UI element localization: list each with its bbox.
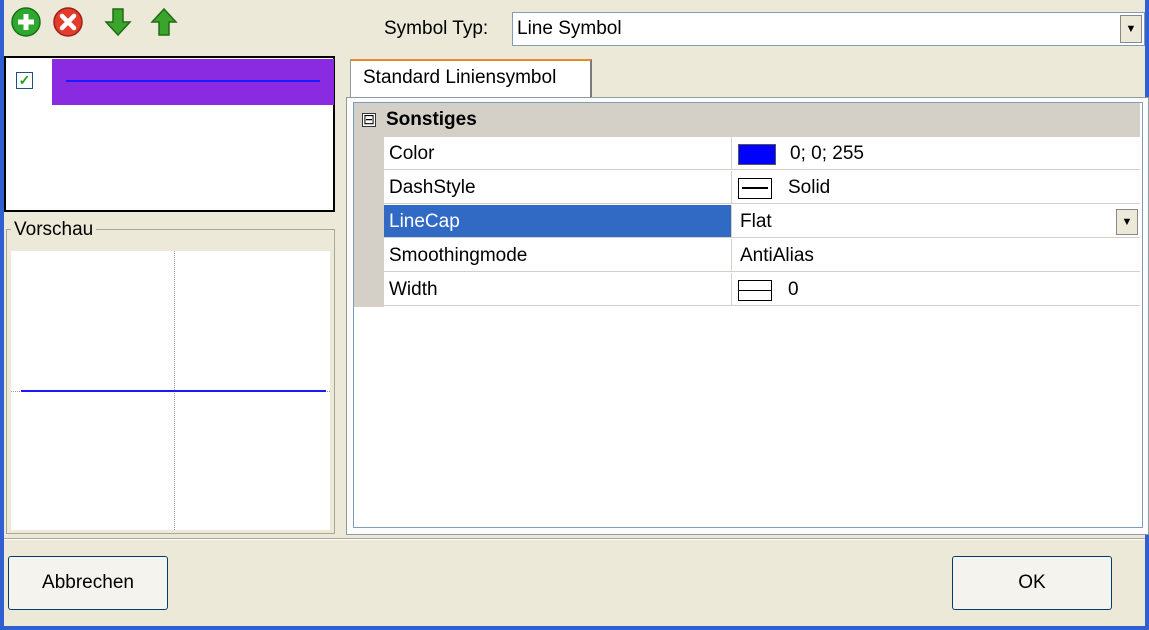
symbol-swatch[interactable]	[52, 59, 334, 105]
property-value[interactable]: AntiAlias	[732, 239, 1140, 272]
property-value-text: 0; 0; 255	[790, 143, 864, 164]
arrow-up-icon[interactable]	[148, 6, 180, 38]
line-width-icon	[738, 280, 772, 301]
property-name-label: LineCap	[389, 211, 460, 232]
symbol-list[interactable]: ✓	[4, 56, 335, 212]
property-name-label: Color	[389, 143, 435, 164]
property-name[interactable]: Width	[384, 273, 732, 306]
property-name[interactable]: LineCap	[384, 205, 732, 238]
property-row-color[interactable]: Color 0; 0; 255	[354, 137, 1140, 171]
chevron-down-icon[interactable]: ▼	[1116, 209, 1138, 235]
tab-page: ⊟ Sonstiges Color 0; 0; 255 DashStyle So…	[346, 97, 1149, 535]
property-name[interactable]: Color	[384, 137, 732, 170]
property-value[interactable]: 0; 0; 255	[732, 137, 1140, 170]
property-row-dashstyle[interactable]: DashStyle Solid	[354, 171, 1140, 205]
dialog-window: ✓ Vorschau Symbol Typ: Line Symbol ▼ Sta…	[4, 0, 1149, 626]
symbol-type-select[interactable]: Line Symbol ▼	[512, 12, 1145, 46]
property-value[interactable]: Solid	[732, 171, 1140, 204]
collapse-icon[interactable]: ⊟	[362, 112, 376, 127]
property-row-linecap[interactable]: LineCap Flat ▼	[354, 205, 1140, 239]
property-name[interactable]: DashStyle	[384, 171, 732, 204]
property-name-label: DashStyle	[389, 177, 476, 198]
preview-line	[21, 390, 326, 392]
property-name[interactable]: Smoothingmode	[384, 239, 732, 272]
property-value-text: Flat	[740, 211, 772, 232]
row-margin	[354, 239, 384, 273]
tab-label: Standard Liniensymbol	[363, 67, 557, 88]
cancel-button[interactable]: Abbrechen	[8, 556, 168, 610]
row-margin	[354, 137, 384, 171]
arrow-down-icon[interactable]	[102, 6, 134, 38]
property-row-width[interactable]: Width 0	[354, 273, 1140, 307]
property-value-text: AntiAlias	[740, 245, 814, 266]
property-value[interactable]: Flat ▼	[732, 205, 1140, 238]
property-name-label: Smoothingmode	[389, 245, 528, 266]
row-margin	[354, 171, 384, 205]
property-category[interactable]: ⊟ Sonstiges	[354, 103, 1140, 137]
preview-title: Vorschau	[11, 220, 97, 239]
property-name-label: Width	[389, 279, 438, 300]
row-margin	[354, 273, 384, 307]
symbol-type-value: Line Symbol	[517, 18, 622, 39]
item-checkbox[interactable]: ✓	[16, 72, 33, 89]
property-row-smoothingmode[interactable]: Smoothingmode AntiAlias	[354, 239, 1140, 273]
delete-icon[interactable]	[52, 6, 84, 38]
row-margin	[354, 205, 384, 239]
list-item[interactable]: ✓	[6, 58, 334, 106]
preview-canvas	[11, 251, 330, 530]
swatch-line	[66, 80, 320, 82]
ok-button[interactable]: OK	[952, 556, 1112, 610]
add-icon[interactable]	[10, 6, 42, 38]
category-label: Sonstiges	[386, 109, 477, 130]
tab-standard-liniensymbol[interactable]: Standard Liniensymbol	[350, 59, 592, 99]
preview-group: Vorschau	[6, 220, 335, 534]
property-value[interactable]: 0	[732, 273, 1140, 306]
dash-style-icon	[738, 178, 772, 199]
chevron-down-icon[interactable]: ▼	[1120, 15, 1142, 43]
symbol-type-label: Symbol Typ:	[384, 18, 489, 39]
property-grid[interactable]: ⊟ Sonstiges Color 0; 0; 255 DashStyle So…	[353, 102, 1143, 528]
color-swatch	[738, 144, 776, 165]
property-value-text: 0	[788, 279, 799, 300]
property-value-text: Solid	[788, 177, 831, 198]
divider	[4, 538, 1145, 540]
